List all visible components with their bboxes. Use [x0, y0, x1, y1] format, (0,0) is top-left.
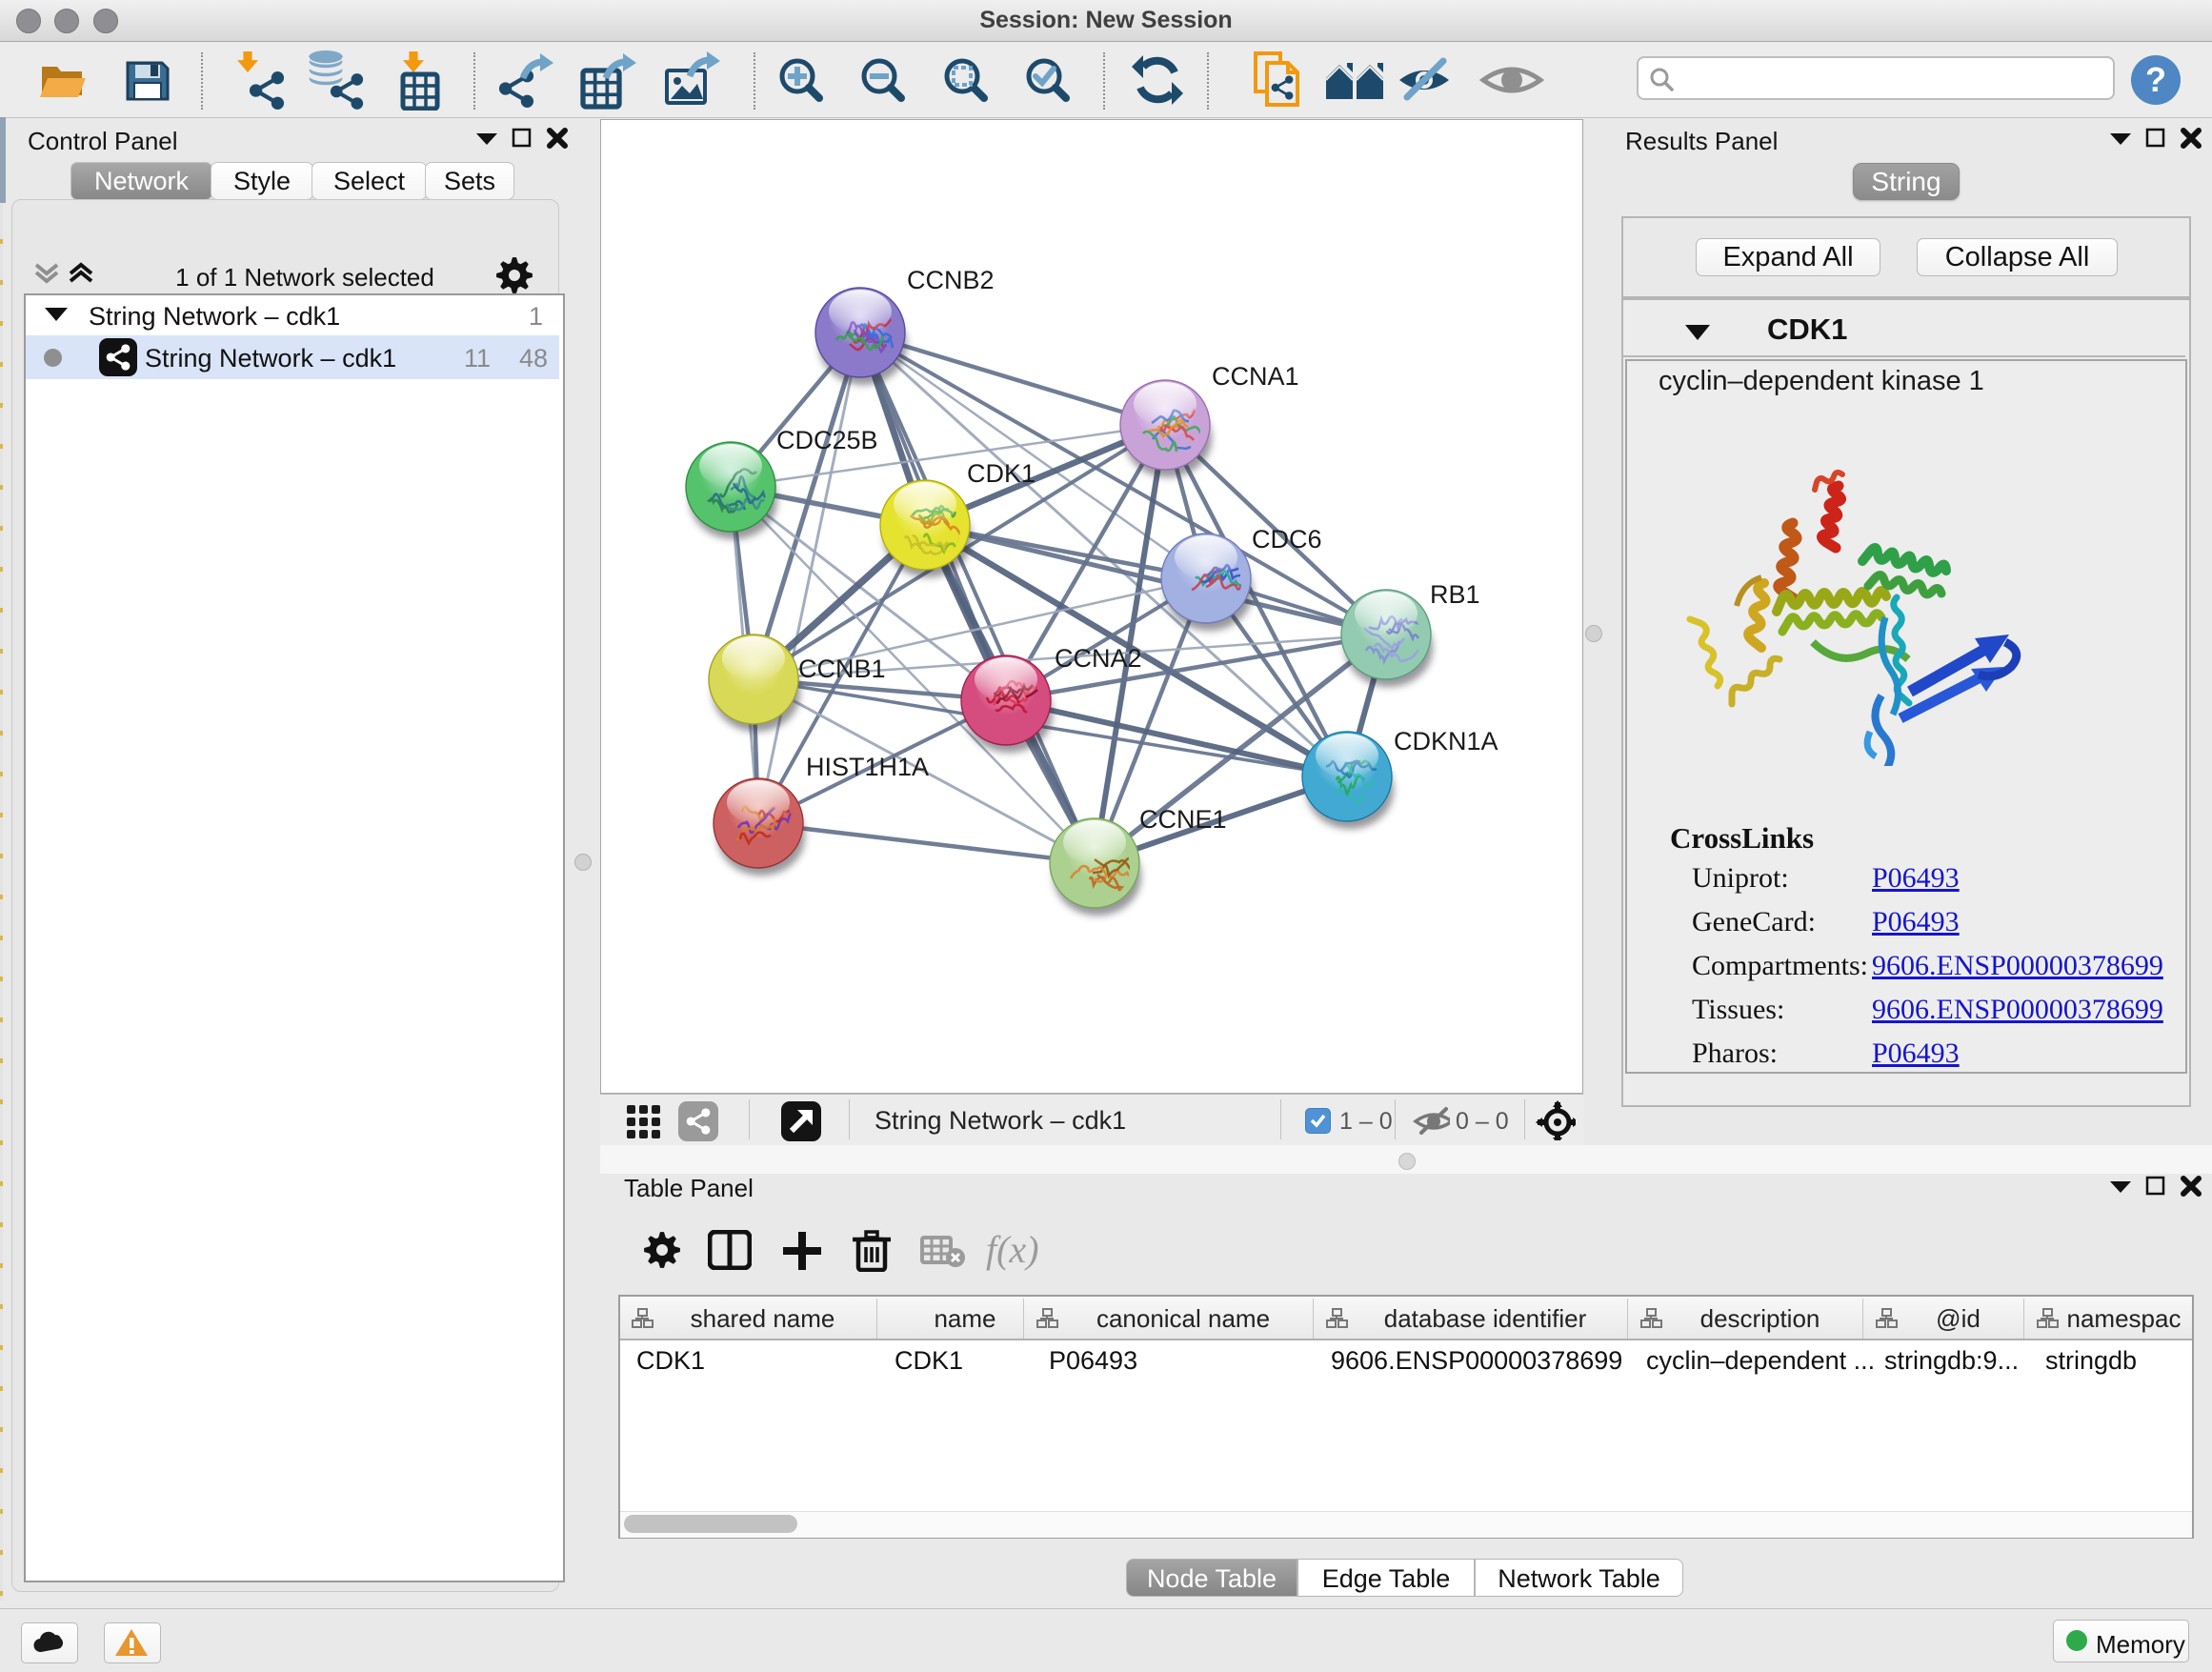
svg-text:HIST1H1A: HIST1H1A [806, 753, 929, 781]
svg-text:CCNB2: CCNB2 [907, 266, 995, 294]
svg-text:CDKN1A: CDKN1A [1394, 727, 1498, 755]
svg-text:CCNE1: CCNE1 [1139, 805, 1227, 834]
svg-text:CCNA1: CCNA1 [1212, 362, 1299, 391]
svg-text:CCNB1: CCNB1 [798, 655, 886, 683]
svg-text:CCNA2: CCNA2 [1055, 644, 1142, 673]
svg-text:RB1: RB1 [1430, 580, 1480, 609]
svg-text:CDC25B: CDC25B [776, 426, 878, 454]
svg-text:CDK1: CDK1 [967, 459, 1036, 488]
svg-text:CDC6: CDC6 [1252, 525, 1322, 554]
